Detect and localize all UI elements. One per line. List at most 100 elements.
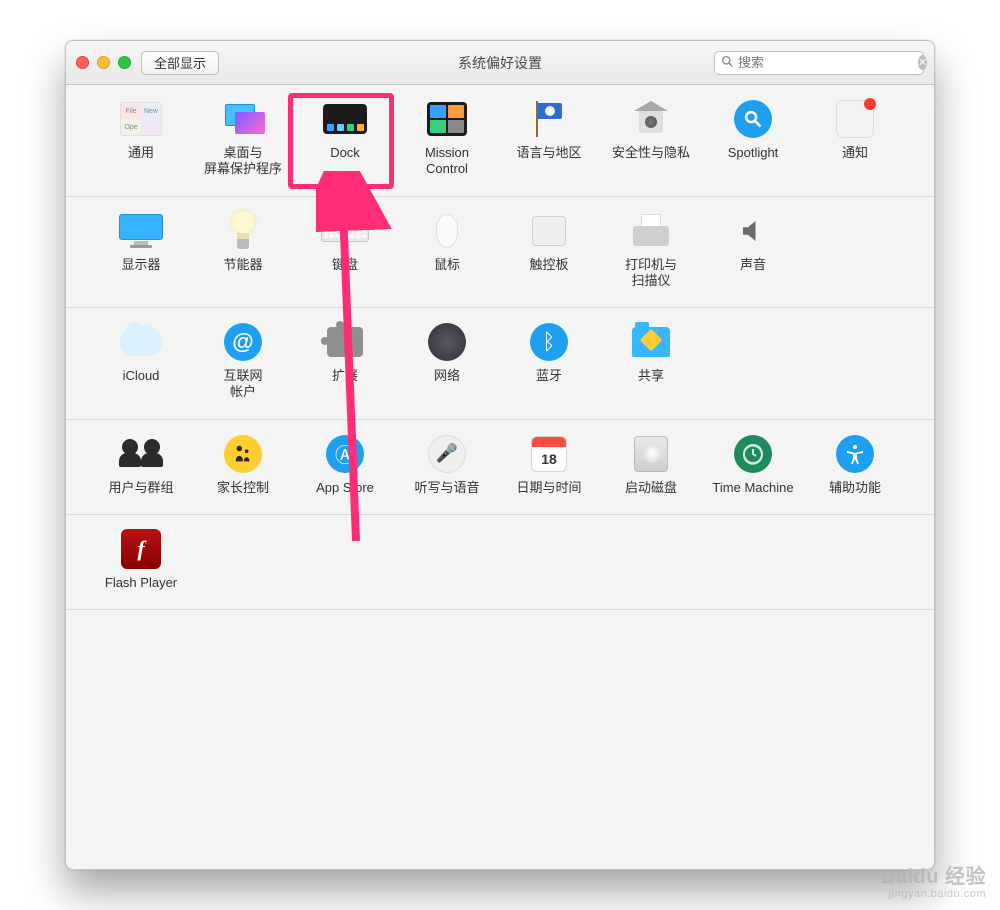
pane-label: iCloud bbox=[123, 368, 160, 384]
pane-label: App Store bbox=[316, 480, 374, 496]
system-preferences-window: 全部显示 系统偏好设置 ✕ FileNewOpe 通用 桌面与 屏幕保护程序 D… bbox=[65, 40, 935, 870]
pane-parental-controls[interactable]: 家长控制 bbox=[192, 434, 294, 496]
pane-label: 启动磁盘 bbox=[625, 480, 677, 496]
desktop-icon bbox=[219, 99, 267, 139]
pane-label: 家长控制 bbox=[217, 480, 269, 496]
prefs-row-4: 用户与群组 家长控制 Ⓐ App Store 🎤 听写与语音 18 日期与时间 … bbox=[66, 420, 934, 515]
prefs-row-1: FileNewOpe 通用 桌面与 屏幕保护程序 Dock Mission Co… bbox=[66, 85, 934, 197]
close-button[interactable] bbox=[76, 56, 89, 69]
search-input[interactable] bbox=[738, 55, 914, 70]
extensions-icon bbox=[321, 322, 369, 362]
notifications-icon bbox=[831, 99, 879, 139]
pane-accessibility[interactable]: 辅助功能 bbox=[804, 434, 906, 496]
dictation-icon: 🎤 bbox=[423, 434, 471, 474]
pane-label: 用户与群组 bbox=[108, 480, 173, 496]
pane-app-store[interactable]: Ⓐ App Store bbox=[294, 434, 396, 496]
pane-label: Flash Player bbox=[105, 575, 177, 591]
pane-flash-player[interactable]: f Flash Player bbox=[90, 529, 192, 591]
pane-label: 网络 bbox=[434, 368, 460, 384]
pane-time-machine[interactable]: Time Machine bbox=[702, 434, 804, 496]
prefs-row-3: iCloud @ 互联网 帐户 扩展 网络 ᛒ 蓝牙 共享 bbox=[66, 308, 934, 420]
pane-internet-accounts[interactable]: @ 互联网 帐户 bbox=[192, 322, 294, 401]
pane-mouse[interactable]: 鼠标 bbox=[396, 211, 498, 290]
language-icon bbox=[525, 99, 573, 139]
network-icon bbox=[423, 322, 471, 362]
startup-disk-icon bbox=[627, 434, 675, 474]
sound-icon bbox=[729, 211, 777, 251]
general-icon: FileNewOpe bbox=[117, 99, 165, 139]
sharing-icon bbox=[627, 322, 675, 362]
pane-sharing[interactable]: 共享 bbox=[600, 322, 702, 401]
show-all-button[interactable]: 全部显示 bbox=[141, 51, 219, 75]
pane-label: 节能器 bbox=[223, 257, 262, 273]
pane-network[interactable]: 网络 bbox=[396, 322, 498, 401]
pane-label: 听写与语音 bbox=[414, 480, 479, 496]
pane-extensions[interactable]: 扩展 bbox=[294, 322, 396, 401]
datetime-icon: 18 bbox=[525, 434, 573, 474]
pane-label: 日期与时间 bbox=[516, 480, 581, 496]
pane-label: 语言与地区 bbox=[516, 145, 581, 161]
pane-dictation-speech[interactable]: 🎤 听写与语音 bbox=[396, 434, 498, 496]
pane-label: 显示器 bbox=[121, 257, 160, 273]
parental-icon bbox=[219, 434, 267, 474]
pane-date-time[interactable]: 18 日期与时间 bbox=[498, 434, 600, 496]
search-icon bbox=[721, 55, 734, 71]
icloud-icon bbox=[117, 322, 165, 362]
pane-label: 键盘 bbox=[332, 257, 358, 273]
pane-bluetooth[interactable]: ᛒ 蓝牙 bbox=[498, 322, 600, 401]
pane-desktop-screensaver[interactable]: 桌面与 屏幕保护程序 bbox=[192, 99, 294, 178]
pane-label: 打印机与 扫描仪 bbox=[625, 257, 677, 290]
pane-mission-control[interactable]: Mission Control bbox=[396, 99, 498, 178]
pane-users-groups[interactable]: 用户与群组 bbox=[90, 434, 192, 496]
pane-icloud[interactable]: iCloud bbox=[90, 322, 192, 401]
pane-label: 扩展 bbox=[332, 368, 358, 384]
traffic-lights bbox=[76, 56, 131, 69]
energy-icon bbox=[219, 211, 267, 251]
printer-icon bbox=[627, 211, 675, 251]
users-icon bbox=[117, 434, 165, 474]
minimize-button[interactable] bbox=[97, 56, 110, 69]
clear-search-icon[interactable]: ✕ bbox=[918, 55, 927, 70]
pane-startup-disk[interactable]: 启动磁盘 bbox=[600, 434, 702, 496]
pane-label: Spotlight bbox=[728, 145, 779, 161]
pane-keyboard[interactable]: 键盘 bbox=[294, 211, 396, 290]
show-all-label: 全部显示 bbox=[154, 53, 206, 72]
pane-sound[interactable]: 声音 bbox=[702, 211, 804, 290]
pane-label: Dock bbox=[330, 145, 360, 161]
pane-label: 互联网 帐户 bbox=[223, 368, 262, 401]
pane-label: 声音 bbox=[740, 257, 766, 273]
pane-label: Time Machine bbox=[712, 480, 793, 496]
appstore-icon: Ⓐ bbox=[321, 434, 369, 474]
watermark: Baidu 经验 jingyan.baidu.com bbox=[881, 866, 986, 900]
mouse-icon bbox=[423, 211, 471, 251]
pane-notifications[interactable]: 通知 bbox=[804, 99, 906, 178]
pane-printers-scanners[interactable]: 打印机与 扫描仪 bbox=[600, 211, 702, 290]
trackpad-icon bbox=[525, 211, 573, 251]
bluetooth-icon: ᛒ bbox=[525, 322, 573, 362]
pane-label: 安全性与隐私 bbox=[612, 145, 690, 161]
spotlight-icon bbox=[729, 99, 777, 139]
watermark-url: jingyan.baidu.com bbox=[881, 888, 986, 900]
display-icon bbox=[117, 211, 165, 251]
accessibility-icon bbox=[831, 434, 879, 474]
pane-language-region[interactable]: 语言与地区 bbox=[498, 99, 600, 178]
pane-security-privacy[interactable]: 安全性与隐私 bbox=[600, 99, 702, 178]
pane-label: 通知 bbox=[842, 145, 868, 161]
pane-dock[interactable]: Dock bbox=[294, 99, 396, 178]
watermark-brand: Baidu 经验 bbox=[881, 866, 986, 888]
pane-energy-saver[interactable]: 节能器 bbox=[192, 211, 294, 290]
zoom-button[interactable] bbox=[118, 56, 131, 69]
pane-label: 共享 bbox=[638, 368, 664, 384]
pane-label: 桌面与 屏幕保护程序 bbox=[204, 145, 282, 178]
pane-trackpad[interactable]: 触控板 bbox=[498, 211, 600, 290]
pane-displays[interactable]: 显示器 bbox=[90, 211, 192, 290]
prefs-row-5: f Flash Player bbox=[66, 515, 934, 610]
mission-control-icon bbox=[423, 99, 471, 139]
internet-accounts-icon: @ bbox=[219, 322, 267, 362]
flash-player-icon: f bbox=[117, 529, 165, 569]
security-icon bbox=[627, 99, 675, 139]
search-field[interactable]: ✕ bbox=[714, 51, 924, 75]
pane-general[interactable]: FileNewOpe 通用 bbox=[90, 99, 192, 178]
pane-label: Mission Control bbox=[425, 145, 469, 178]
pane-spotlight[interactable]: Spotlight bbox=[702, 99, 804, 178]
